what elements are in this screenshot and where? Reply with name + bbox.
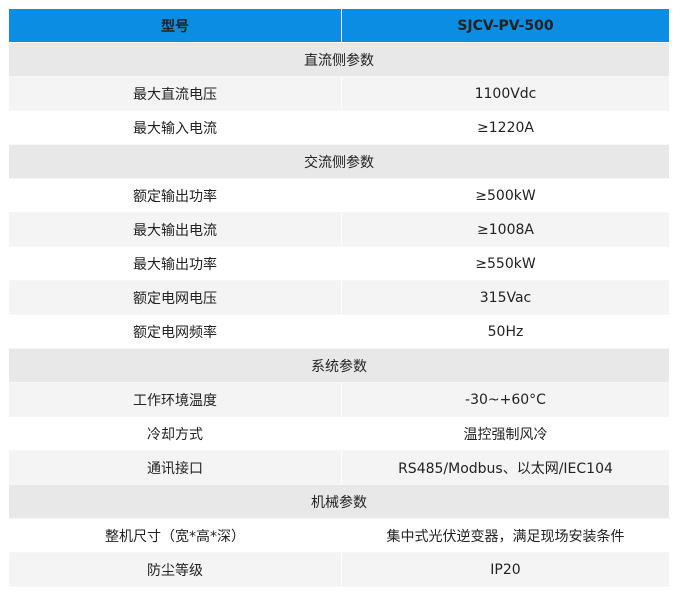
param-label: 通讯接口 (8, 450, 342, 485)
param-value: IP20 (341, 552, 670, 587)
section-row-dc: 直流侧参数 (8, 42, 670, 77)
param-value: RS485/Modbus、以太网/IEC104 (341, 450, 670, 485)
param-label: 最大直流电压 (8, 76, 342, 111)
param-value: ≥1220A (341, 110, 670, 145)
param-value: 315Vac (341, 280, 670, 315)
param-label: 防尘等级 (8, 552, 342, 587)
table-header-row: 型号 SJCV-PV-500 (8, 8, 670, 43)
table-row: 额定电网频率 50Hz (8, 314, 670, 349)
param-value: 集中式光伏逆变器，满足现场安装条件 (341, 518, 670, 553)
table-row: 额定输出功率 ≥500kW (8, 178, 670, 213)
table-row: 最大输入电流 ≥1220A (8, 110, 670, 145)
table-row: 最大输出功率 ≥550kW (8, 246, 670, 281)
section-title: 直流侧参数 (8, 42, 670, 77)
param-value: 温控强制风冷 (341, 416, 670, 451)
header-model-label: 型号 (8, 8, 342, 43)
table-row: 通讯接口 RS485/Modbus、以太网/IEC104 (8, 450, 670, 485)
param-value: ≥500kW (341, 178, 670, 213)
param-value: ≥550kW (341, 246, 670, 281)
param-label: 工作环境温度 (8, 382, 342, 417)
param-label: 额定电网电压 (8, 280, 342, 315)
section-row-mechanical: 机械参数 (8, 484, 670, 519)
section-title: 机械参数 (8, 484, 670, 519)
param-label: 最大输出电流 (8, 212, 342, 247)
param-value: -30~+60°C (341, 382, 670, 417)
param-label: 最大输入电流 (8, 110, 342, 145)
section-row-system: 系统参数 (8, 348, 670, 383)
param-value: 50Hz (341, 314, 670, 349)
section-row-ac: 交流侧参数 (8, 144, 670, 179)
param-label: 额定电网频率 (8, 314, 342, 349)
param-label: 冷却方式 (8, 416, 342, 451)
table-row: 最大输出电流 ≥1008A (8, 212, 670, 247)
header-model-value: SJCV-PV-500 (341, 8, 670, 43)
param-label: 最大输出功率 (8, 246, 342, 281)
table-row: 冷却方式 温控强制风冷 (8, 416, 670, 451)
table-row: 工作环境温度 -30~+60°C (8, 382, 670, 417)
spec-table: 型号 SJCV-PV-500 直流侧参数 最大直流电压 1100Vdc 最大输入… (8, 8, 670, 587)
table-row: 整机尺寸（宽*高*深） 集中式光伏逆变器，满足现场安装条件 (8, 518, 670, 553)
param-value: 1100Vdc (341, 76, 670, 111)
param-value: ≥1008A (341, 212, 670, 247)
table-row: 最大直流电压 1100Vdc (8, 76, 670, 111)
section-title: 系统参数 (8, 348, 670, 383)
param-label: 额定输出功率 (8, 178, 342, 213)
table-row: 额定电网电压 315Vac (8, 280, 670, 315)
param-label: 整机尺寸（宽*高*深） (8, 518, 342, 553)
section-title: 交流侧参数 (8, 144, 670, 179)
table-row: 防尘等级 IP20 (8, 552, 670, 587)
